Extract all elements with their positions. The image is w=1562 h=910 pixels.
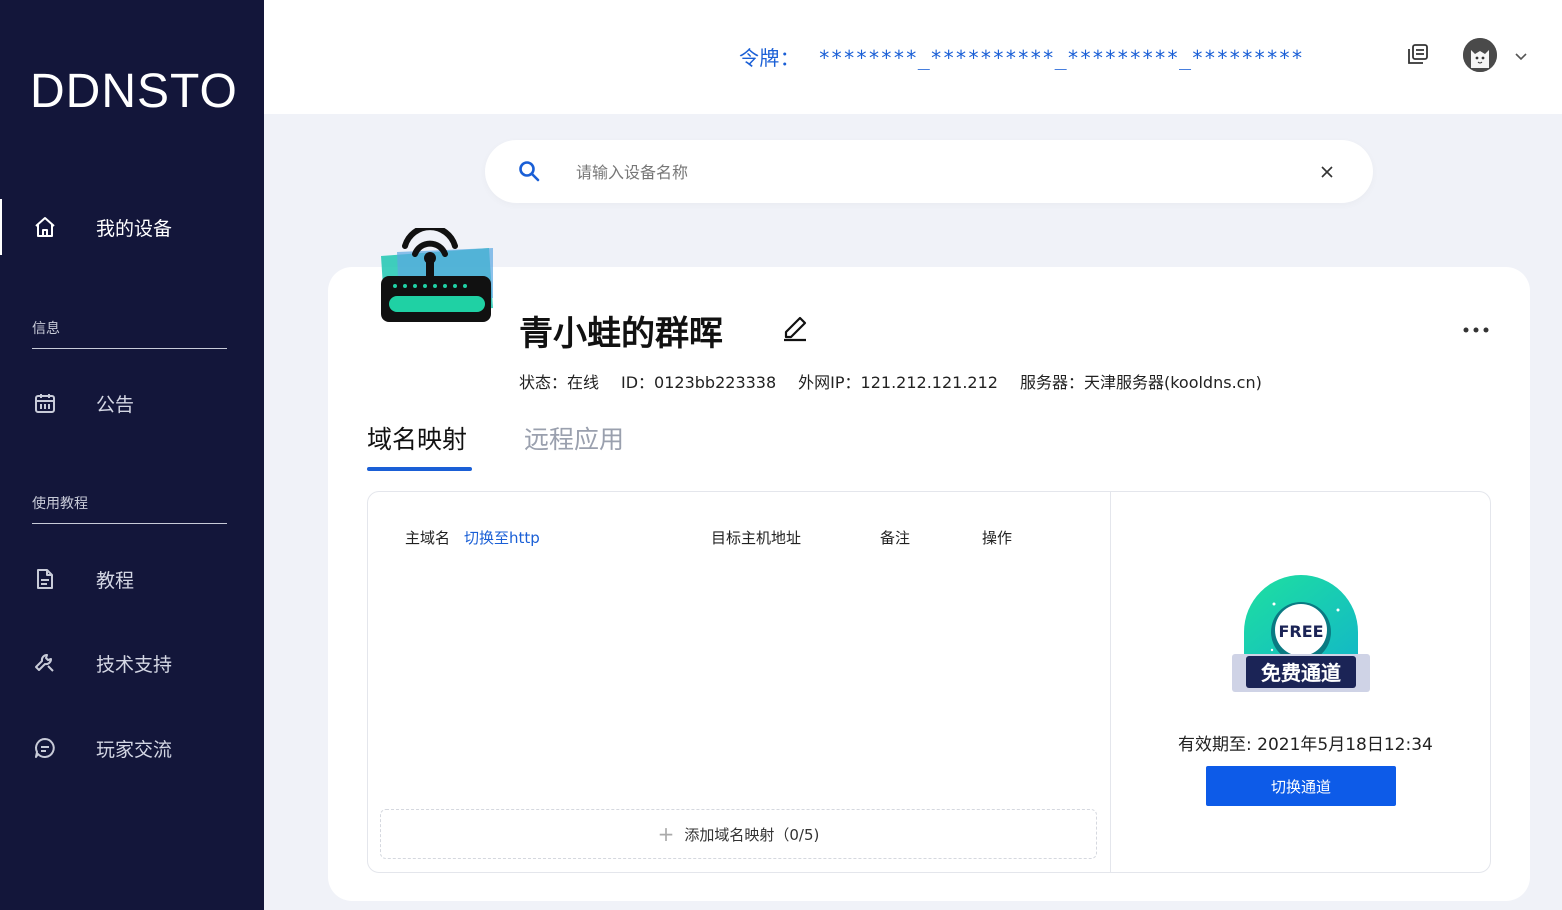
sidebar-item-label: 教程 bbox=[96, 569, 135, 592]
home-icon bbox=[32, 214, 58, 240]
search-icon bbox=[518, 160, 540, 182]
device-name: 青小蛙的群晖 bbox=[519, 314, 723, 354]
sidebar-item-label: 技术支持 bbox=[96, 653, 173, 676]
sidebar-item-label: 公告 bbox=[96, 393, 135, 416]
token-label: 令牌： bbox=[739, 46, 801, 70]
calendar-icon bbox=[32, 390, 58, 416]
column-header-target: 目标主机地址 bbox=[711, 529, 802, 547]
copy-icon[interactable] bbox=[1407, 43, 1429, 65]
tab-remote-apps[interactable]: 远程应用 bbox=[524, 420, 624, 456]
sidebar-item-label: 我的设备 bbox=[96, 217, 173, 240]
free-channel-badge: FREE 免费通道 bbox=[1230, 570, 1372, 694]
valid-until-text: 有效期至: 2021年5月18日12:34 bbox=[1178, 735, 1433, 755]
sidebar-item-my-devices[interactable]: 我的设备 bbox=[0, 199, 264, 255]
token-value: ********_**********_*********_********* bbox=[818, 46, 1304, 70]
device-server: 服务器：天津服务器(kooldns.cn) bbox=[1019, 373, 1262, 392]
sidebar: DDNSTO 我的设备 信息 公告 使用教程 教程 技术支持 玩家交流 bbox=[0, 0, 264, 910]
sidebar-item-label: 玩家交流 bbox=[96, 738, 173, 761]
edit-icon[interactable] bbox=[780, 310, 810, 342]
token-display: 令牌： ********_**********_*********_*******… bbox=[739, 42, 1303, 71]
active-tab-indicator bbox=[367, 467, 472, 471]
column-header-action: 操作 bbox=[982, 529, 1013, 547]
column-header-host: 主域名 bbox=[405, 529, 451, 547]
device-id: ID：0123bb223338 bbox=[621, 373, 777, 392]
badge-channel-text: 免费通道 bbox=[1261, 661, 1341, 685]
plus-icon: + bbox=[657, 822, 675, 846]
chat-icon bbox=[32, 735, 58, 761]
switch-to-http-link[interactable]: 切换至http bbox=[464, 527, 540, 548]
app-logo: DDNSTO bbox=[30, 65, 238, 118]
badge-free-text: FREE bbox=[1278, 622, 1323, 641]
tab-domain-mapping[interactable]: 域名映射 bbox=[367, 420, 467, 456]
switch-channel-button[interactable]: 切换通道 bbox=[1206, 766, 1396, 806]
sidebar-item-announcements[interactable]: 公告 bbox=[0, 375, 264, 431]
wrench-icon bbox=[32, 650, 58, 676]
device-meta: 状态：在线 ID：0123bb223338 外网IP：121.212.121.212… bbox=[519, 369, 1284, 393]
panel-divider bbox=[1110, 492, 1111, 872]
router-icon bbox=[367, 224, 495, 328]
device-ip: 外网IP：121.212.121.212 bbox=[798, 373, 998, 392]
document-icon bbox=[32, 566, 58, 592]
section-label-tutorials: 使用教程 bbox=[32, 493, 227, 524]
more-options-icon[interactable] bbox=[1462, 322, 1492, 338]
top-header: 令牌： ********_**********_*********_*******… bbox=[264, 0, 1562, 114]
chevron-down-icon[interactable] bbox=[1514, 48, 1528, 62]
sidebar-item-community[interactable]: 玩家交流 bbox=[0, 720, 264, 776]
avatar[interactable] bbox=[1463, 38, 1497, 72]
close-icon[interactable] bbox=[1319, 164, 1335, 180]
sidebar-item-tutorial[interactable]: 教程 bbox=[0, 551, 264, 607]
section-label-info: 信息 bbox=[32, 318, 227, 349]
sidebar-item-support[interactable]: 技术支持 bbox=[0, 635, 264, 691]
column-header-note: 备注 bbox=[880, 529, 911, 547]
add-mapping-label: 添加域名映射（0/5) bbox=[684, 825, 820, 844]
search-input[interactable] bbox=[576, 158, 1276, 186]
device-search-bar bbox=[485, 140, 1373, 203]
device-status: 状态：在线 bbox=[519, 373, 600, 392]
add-domain-mapping-button[interactable]: + 添加域名映射（0/5) bbox=[380, 809, 1097, 859]
